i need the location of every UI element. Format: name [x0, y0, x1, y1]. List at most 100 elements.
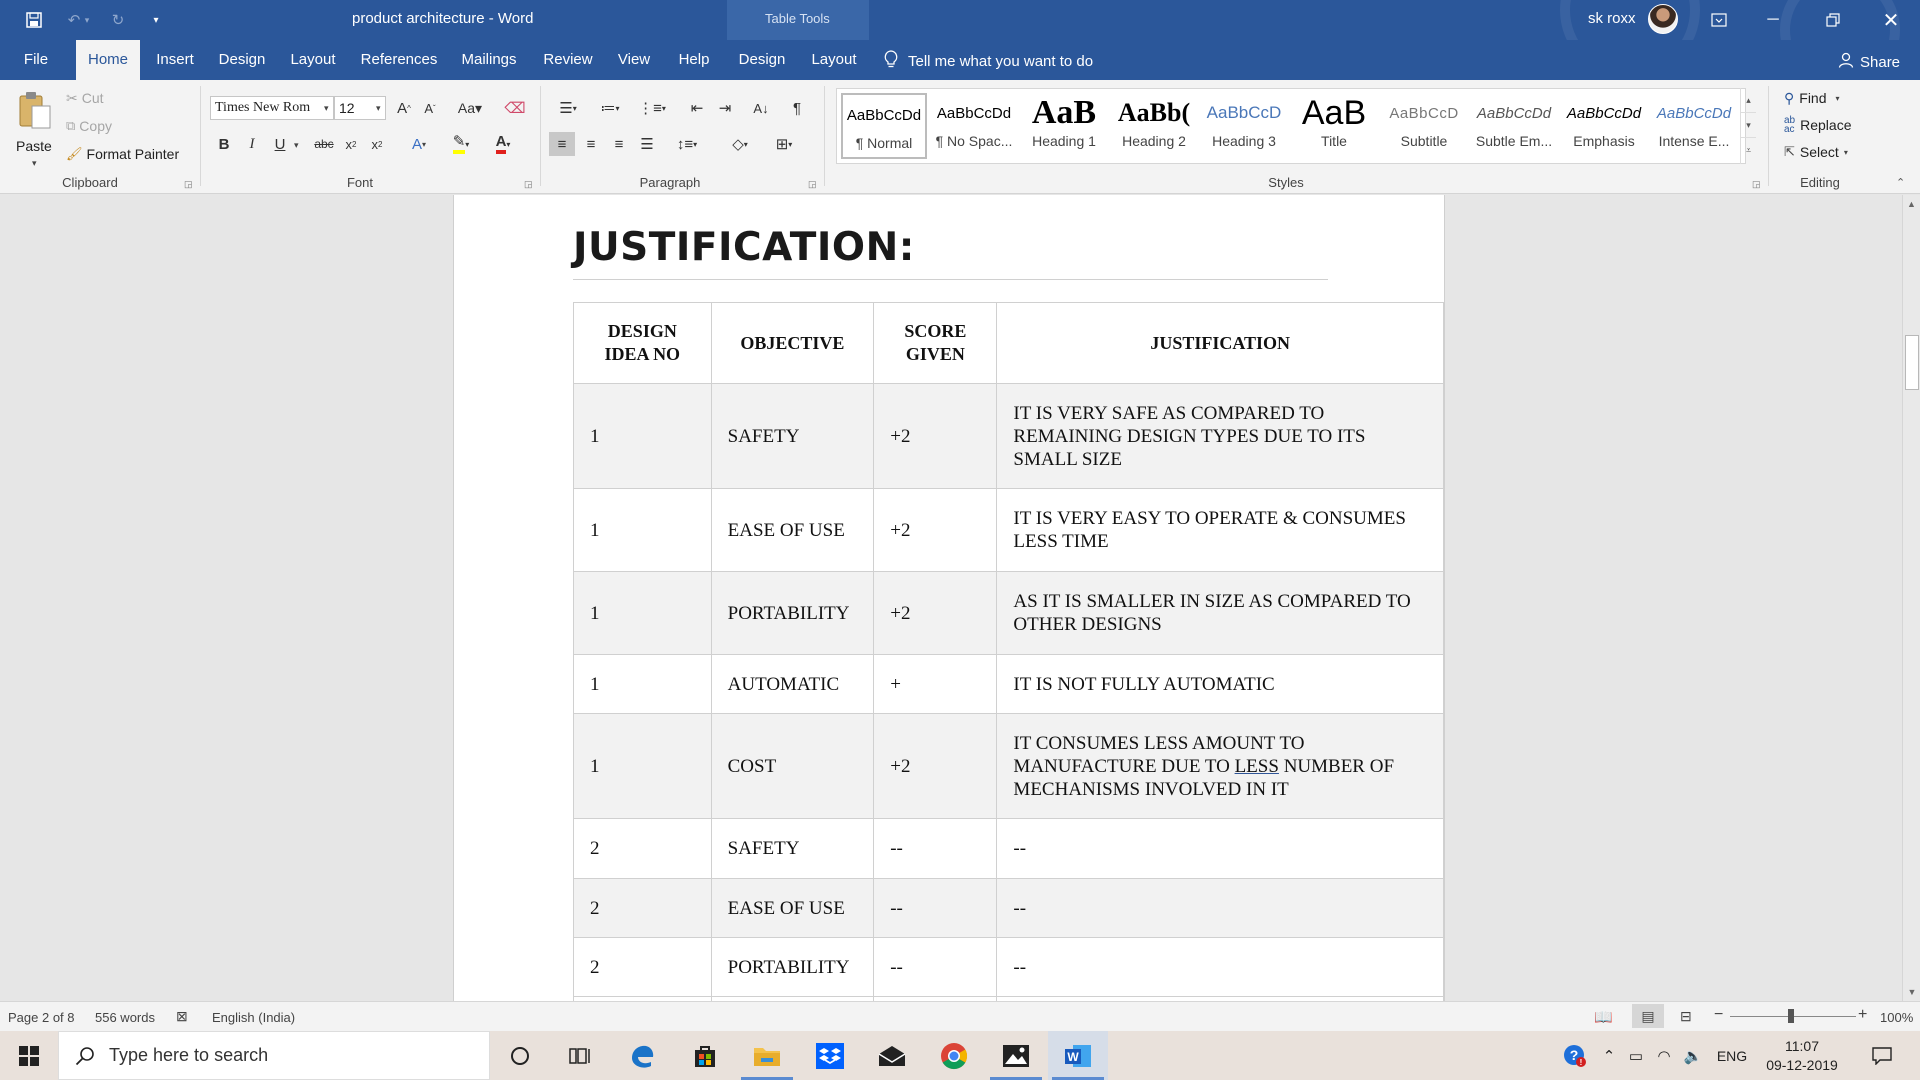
- edge-icon[interactable]: [612, 1031, 672, 1080]
- tab-view[interactable]: View: [612, 40, 656, 80]
- cell-justification[interactable]: IT IS VERY EASY TO OPERATE & CONSUMES LE…: [996, 488, 1444, 572]
- user-name[interactable]: sk roxx: [1588, 10, 1636, 27]
- font-launcher-icon[interactable]: ◲: [524, 179, 533, 190]
- underline-dropdown-icon[interactable]: ▾: [294, 140, 299, 151]
- cell-design-idea-no[interactable]: 1: [573, 713, 712, 819]
- cell-justification[interactable]: --: [996, 818, 1444, 879]
- start-button[interactable]: [0, 1031, 58, 1080]
- scroll-down-icon[interactable]: ▼: [1903, 983, 1920, 1001]
- cell-objective[interactable]: SAFETY: [710, 818, 875, 879]
- sort-icon[interactable]: A↓: [748, 96, 774, 120]
- borders-icon[interactable]: ⊞ ▾: [764, 132, 804, 156]
- cell-justification[interactable]: AS IT IS SMALLER IN SIZE AS COMPARED TO …: [996, 571, 1444, 655]
- save-icon[interactable]: [20, 8, 48, 32]
- cell-justification[interactable]: IT IS VERY SAFE AS COMPARED TO REMAINING…: [996, 383, 1444, 489]
- justify-icon[interactable]: ☰: [634, 132, 660, 156]
- copy-button[interactable]: ⧉ Copy: [66, 116, 112, 136]
- battery-icon[interactable]: ▭: [1624, 1031, 1648, 1080]
- find-dropdown-icon[interactable]: ▾: [1836, 94, 1840, 103]
- justification-table[interactable]: DESIGN IDEA NO OBJECTIVE SCORE GIVEN JUS…: [573, 302, 1444, 1001]
- cell-score[interactable]: +2: [873, 571, 998, 655]
- paste-dropdown-icon[interactable]: ▾: [32, 158, 37, 169]
- tab-mailings[interactable]: Mailings: [456, 40, 522, 80]
- bold-icon[interactable]: B: [214, 132, 234, 156]
- grow-font-icon[interactable]: A ^: [394, 96, 414, 120]
- bullets-icon[interactable]: ☰ ▾: [550, 96, 586, 120]
- align-right-icon[interactable]: ≡: [606, 132, 632, 156]
- cell-score[interactable]: --: [873, 878, 998, 938]
- vertical-scrollbar[interactable]: ▲ ▼: [1902, 195, 1920, 1001]
- dropbox-icon[interactable]: [800, 1031, 860, 1080]
- ribbon-display-options-icon[interactable]: [1696, 0, 1742, 40]
- cell-score[interactable]: +2: [873, 713, 998, 819]
- replace-button[interactable]: ab ac Replace: [1784, 115, 1852, 135]
- wifi-icon[interactable]: ◠: [1652, 1031, 1676, 1080]
- italic-icon[interactable]: I: [242, 132, 262, 156]
- style-heading-2[interactable]: AaBb( Heading 2: [1111, 93, 1197, 159]
- subscript-icon[interactable]: x2: [340, 132, 362, 156]
- cell-design-idea-no[interactable]: 1: [573, 488, 712, 572]
- header-objective[interactable]: OBJECTIVE: [710, 302, 875, 384]
- web-layout-icon[interactable]: ⊟: [1680, 1008, 1692, 1025]
- zoom-out-icon[interactable]: −: [1714, 1006, 1723, 1024]
- cell-objective[interactable]: PORTABILITY: [710, 937, 875, 997]
- cell-design-idea-no[interactable]: 1: [573, 383, 712, 489]
- format-painter-button[interactable]: 🖌 Format Painter: [66, 144, 179, 164]
- proofing-icon[interactable]: ⊠: [176, 1008, 188, 1025]
- zoom-in-icon[interactable]: +: [1858, 1006, 1867, 1024]
- tab-help[interactable]: Help: [670, 40, 718, 80]
- style-emphasis[interactable]: AaBbCcDd Emphasis: [1561, 93, 1647, 159]
- cell-objective[interactable]: AUTOMATIC: [710, 654, 875, 714]
- header-score-given[interactable]: SCORE GIVEN: [873, 302, 998, 384]
- font-name-box[interactable]: Times New Rom: [210, 96, 334, 120]
- tab-design[interactable]: Design: [214, 40, 270, 80]
- cell-design-idea-no[interactable]: 1: [573, 571, 712, 655]
- print-layout-icon[interactable]: ▤: [1632, 1004, 1664, 1028]
- action-center-icon[interactable]: [1862, 1031, 1902, 1080]
- select-dropdown-icon[interactable]: ▾: [1844, 148, 1848, 157]
- cell-design-idea-no[interactable]: 2: [573, 818, 712, 879]
- cell-design-idea-no[interactable]: 1: [573, 654, 712, 714]
- cell-justification-cost[interactable]: IT CONSUMES LESS AMOUNT TO MANUFACTURE D…: [996, 713, 1444, 819]
- change-case-icon[interactable]: Aa▾: [454, 96, 486, 120]
- cell-score[interactable]: --: [873, 818, 998, 879]
- cell-justification[interactable]: IT IS NOT FULLY AUTOMATIC: [996, 654, 1444, 714]
- store-icon[interactable]: [675, 1031, 735, 1080]
- cell-score[interactable]: --: [873, 937, 998, 997]
- chrome-icon[interactable]: [924, 1031, 984, 1080]
- language-indicator[interactable]: English (India): [212, 1010, 295, 1025]
- input-language[interactable]: ENG: [1712, 1031, 1752, 1080]
- cell-score[interactable]: +2: [873, 383, 998, 489]
- gallery-down-icon[interactable]: ▾: [1741, 113, 1756, 138]
- style-title[interactable]: AaB Title: [1291, 93, 1377, 159]
- header-design-idea-no[interactable]: DESIGN IDEA NO: [573, 302, 712, 384]
- volume-icon[interactable]: 🔈: [1680, 1031, 1706, 1080]
- cell-design-idea-no[interactable]: 2: [573, 937, 712, 997]
- scroll-up-icon[interactable]: ▲: [1903, 195, 1920, 213]
- clear-formatting-icon[interactable]: ⌫: [504, 96, 526, 120]
- document-area[interactable]: JUSTIFICATION: DESIGN IDEA NO OBJECTIVE …: [0, 195, 1902, 1001]
- shading-icon[interactable]: ◇ ▾: [720, 132, 760, 156]
- zoom-slider-thumb[interactable]: [1788, 1009, 1794, 1023]
- word-count[interactable]: 556 words: [95, 1010, 155, 1025]
- customize-qat-icon[interactable]: ▾: [142, 8, 170, 32]
- cell-justification[interactable]: --: [996, 878, 1444, 938]
- style-subtitle[interactable]: AaBbCcD Subtitle: [1381, 93, 1467, 159]
- help-notification-icon[interactable]: ?!: [1560, 1031, 1590, 1080]
- styles-launcher-icon[interactable]: ◲: [1752, 179, 1761, 190]
- taskbar-search[interactable]: Type here to search: [58, 1031, 490, 1080]
- tab-home[interactable]: Home: [76, 40, 140, 80]
- tab-layout[interactable]: Layout: [286, 40, 340, 80]
- gallery-more-icon[interactable]: ⩡: [1741, 138, 1756, 163]
- undo-dropdown-icon[interactable]: ▾: [80, 8, 94, 32]
- word-taskbar-icon[interactable]: W: [1048, 1031, 1108, 1080]
- share-button[interactable]: Share: [1838, 52, 1900, 72]
- minimize-icon[interactable]: ─: [1750, 0, 1796, 40]
- text-effects-icon[interactable]: A ▾: [404, 132, 434, 156]
- line-spacing-icon[interactable]: ↕≡ ▾: [670, 132, 704, 156]
- mail-icon[interactable]: [862, 1031, 922, 1080]
- photos-icon[interactable]: [986, 1031, 1046, 1080]
- page-count[interactable]: Page 2 of 8: [8, 1010, 75, 1025]
- show-formatting-icon[interactable]: ¶: [784, 96, 810, 120]
- font-color-icon[interactable]: A ▾: [486, 132, 520, 156]
